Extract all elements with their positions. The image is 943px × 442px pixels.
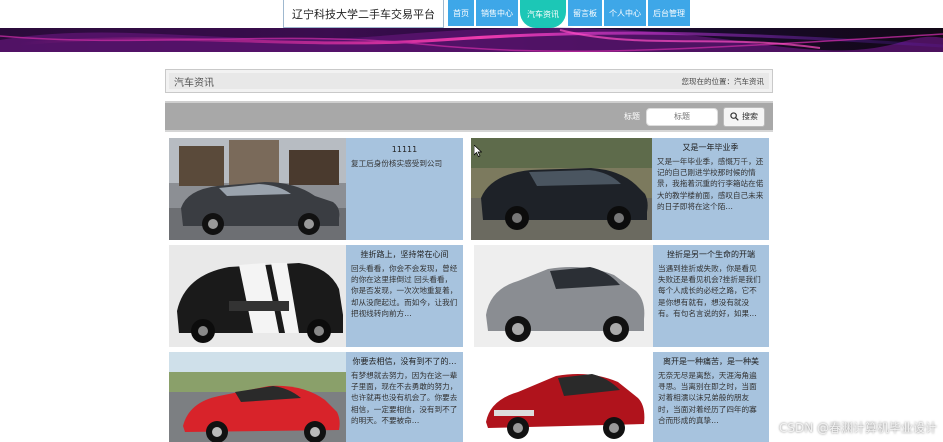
news-card-title: 你要去相信，没有到不了的… xyxy=(352,357,457,366)
news-card-title: 11111 xyxy=(391,145,418,154)
page-title: 汽车资讯 xyxy=(174,77,214,89)
nav-menu: 首页 销售中心 汽车资讯 留言板 个人中心 后台管理 xyxy=(446,0,690,28)
news-card-body: 离开是一种痛苦，是一种美 无奈无尽是离愁，天涯海角遍寻思。当离别在即之时，当面对… xyxy=(653,352,769,442)
news-card[interactable]: 挫折路上，坚持常在心间 回头看看，你会不会发现，曾经的你在这里摔倒过 回头看看，… xyxy=(169,245,463,347)
search-bar: 标题 搜索 xyxy=(165,101,773,132)
breadcrumb: 您现在的位置：汽车资讯 xyxy=(681,76,765,86)
news-card-title: 离开是一种痛苦，是一种美 xyxy=(663,357,759,366)
search-button[interactable]: 搜索 xyxy=(723,106,765,127)
news-card-image xyxy=(474,352,653,442)
news-card-image xyxy=(471,138,652,240)
nav-item-messages[interactable]: 留言板 xyxy=(568,0,602,26)
nav-item-news[interactable]: 汽车资讯 xyxy=(520,0,566,28)
news-card-text: 有梦想就去努力，因为在这一辈子里面，现在不去勇敢的努力，也许就再也没有机会了。你… xyxy=(351,371,458,425)
search-button-label: 搜索 xyxy=(742,112,758,121)
news-card-image xyxy=(169,138,346,240)
page-root: 辽宁科技大学二手车交易平台 首页 销售中心 汽车资讯 留言板 个人中心 后台管理… xyxy=(0,0,943,442)
watermark: CSDN @春渊计算机毕业设计 xyxy=(778,421,937,435)
news-card-image xyxy=(169,245,346,347)
news-card-image xyxy=(474,245,653,347)
nav-item-profile[interactable]: 个人中心 xyxy=(604,0,646,26)
nav-item-sales[interactable]: 销售中心 xyxy=(476,0,518,26)
news-card-text: 当遇到挫折或失败，你是看见失败还是看见机会?挫折是我们每个人成长的必经之路，它不… xyxy=(658,264,761,318)
search-label: 标题 xyxy=(624,112,640,121)
news-card-body: 又是一年毕业季 又是一年毕业季，感慨万千，还记的自己刚进学校那时候的情景，我拖着… xyxy=(652,138,769,240)
site-title: 辽宁科技大学二手车交易平台 xyxy=(283,0,444,28)
top-nav: 辽宁科技大学二手车交易平台 首页 销售中心 汽车资讯 留言板 个人中心 后台管理 xyxy=(283,0,690,28)
mouse-cursor-icon xyxy=(474,145,482,157)
search-icon xyxy=(730,112,739,121)
news-card-body: 11111 复工后身份核实感受到公司 xyxy=(346,138,463,240)
news-card[interactable]: 挫折是另一个生命的开端 当遇到挫折或失败，你是看见失败还是看见机会?挫折是我们每… xyxy=(474,245,769,347)
news-card-body: 挫折路上，坚持常在心间 回头看看，你会不会发现，曾经的你在这里摔倒过 回头看看，… xyxy=(346,245,463,347)
news-card[interactable]: 又是一年毕业季 又是一年毕业季，感慨万千，还记的自己刚进学校那时候的情景，我拖着… xyxy=(471,138,769,240)
news-card[interactable]: 11111 复工后身份核实感受到公司 xyxy=(169,138,463,240)
search-input[interactable] xyxy=(646,107,718,126)
news-card-body: 挫折是另一个生命的开端 当遇到挫折或失败，你是看见失败还是看见机会?挫折是我们每… xyxy=(653,245,769,347)
news-card-title: 挫折路上，坚持常在心间 xyxy=(360,250,449,259)
breadcrumb-bar: 汽车资讯 您现在的位置：汽车资讯 xyxy=(165,69,773,93)
news-card-body: 你要去相信，没有到不了的… 有梦想就去努力，因为在这一辈子里面，现在不去勇敢的努… xyxy=(346,352,463,442)
nav-item-admin[interactable]: 后台管理 xyxy=(648,0,690,26)
header-banner: 辽宁科技大学二手车交易平台 首页 销售中心 汽车资讯 留言板 个人中心 后台管理 xyxy=(0,0,943,52)
news-card[interactable]: 离开是一种痛苦，是一种美 无奈无尽是离愁，天涯海角遍寻思。当离别在即之时，当面对… xyxy=(474,352,769,442)
news-card-text: 复工后身份核实感受到公司 xyxy=(351,159,443,168)
news-card-text: 无奈无尽是离愁，天涯海角遍寻思。当离别在即之时，当面对着相濡以沫兄弟般的朋友时，… xyxy=(658,371,757,425)
nav-item-home[interactable]: 首页 xyxy=(448,0,474,26)
news-card-title: 挫折是另一个生命的开端 xyxy=(667,250,755,259)
news-card-text: 又是一年毕业季，感慨万千，还记的自己刚进学校那时候的情景，我拖着沉重的行李箱站在… xyxy=(657,157,764,211)
news-card-image xyxy=(169,352,346,442)
news-card-text: 回头看看，你会不会发现，曾经的你在这里摔倒过 回头看看，你是否发现，一次次地重复… xyxy=(351,264,458,318)
news-card-title: 又是一年毕业季 xyxy=(682,143,739,152)
news-card[interactable]: 你要去相信，没有到不了的… 有梦想就去努力，因为在这一辈子里面，现在不去勇敢的努… xyxy=(169,352,463,442)
